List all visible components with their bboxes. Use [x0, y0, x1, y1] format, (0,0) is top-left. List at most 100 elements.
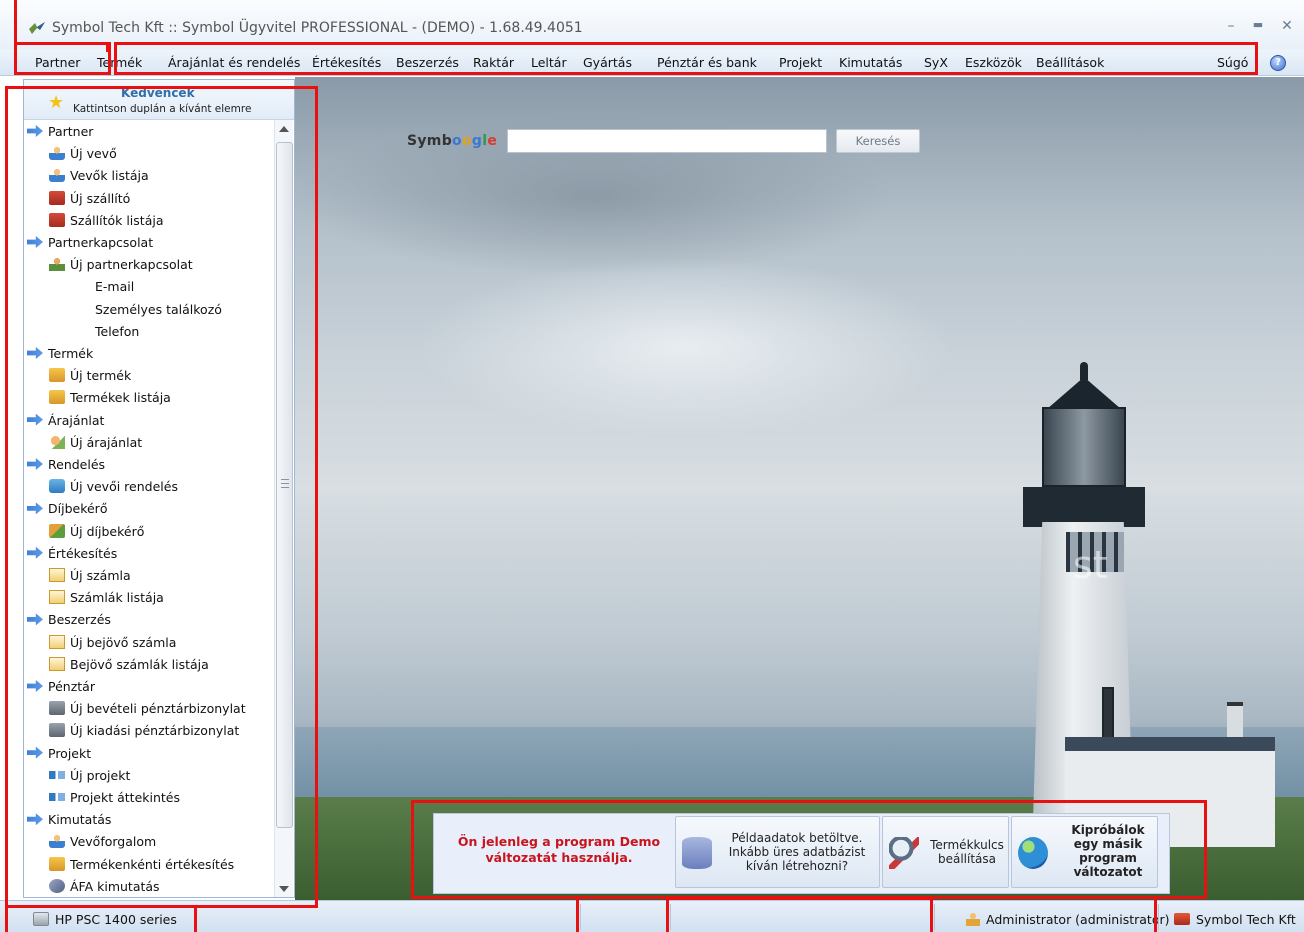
- tree-item-label: Új vevői rendelés: [70, 479, 178, 495]
- tree-item-label: Projekt áttekintés: [70, 790, 180, 805]
- tree-group[interactable]: Értékesítés: [27, 544, 117, 564]
- favorites-scrollbar[interactable]: [274, 120, 293, 897]
- status-separator: [1158, 904, 1159, 930]
- tree-item-label: Új bejövő számla: [70, 634, 177, 650]
- tree-item-label: Számlák listája: [70, 590, 164, 606]
- search-input[interactable]: [507, 129, 827, 153]
- scroll-down-arrow-icon[interactable]: [279, 886, 289, 892]
- tree-group[interactable]: Rendelés: [27, 455, 105, 475]
- tree-item-label: Beszerzés: [48, 612, 111, 628]
- tree-item[interactable]: Új bejövő számla: [49, 633, 176, 653]
- favorites-panel: ★ Kedvencek Kattintson duplán a kívánt e…: [23, 79, 295, 898]
- printer-icon: [33, 912, 49, 926]
- tree-item-label: Személyes találkozó: [95, 301, 222, 317]
- create-empty-database-button[interactable]: Példaadatok betöltve. Inkább üres adatbá…: [675, 816, 880, 888]
- arrow-right-icon: [27, 680, 43, 692]
- tree-item[interactable]: Új projekt: [49, 766, 130, 786]
- arrow-right-icon: [27, 458, 43, 470]
- tree-item[interactable]: Telefon: [95, 322, 139, 342]
- tree-item[interactable]: Új vevői rendelés: [49, 477, 178, 497]
- tree-group[interactable]: Termék: [27, 344, 93, 364]
- tree-group[interactable]: Pénztár: [27, 677, 95, 697]
- tree-item[interactable]: Új termék: [49, 366, 131, 386]
- arrow-right-icon: [27, 236, 43, 248]
- menu-termek[interactable]: Termék: [97, 55, 142, 70]
- minimize-button[interactable]: –: [1220, 18, 1242, 34]
- new-invoice-icon: [49, 568, 65, 582]
- lighthouse-chimney-shape: [1227, 702, 1243, 742]
- tree-item[interactable]: Vevők listája: [49, 166, 149, 186]
- tree-group[interactable]: Beszerzés: [27, 610, 111, 630]
- tree-item-label: Új bevételi pénztárbizonylat: [70, 701, 246, 717]
- background-watermark: st: [1073, 543, 1108, 587]
- tree-group[interactable]: Árajánlat: [27, 411, 104, 431]
- tree-group[interactable]: Projekt: [27, 744, 91, 764]
- tree-item[interactable]: Új díjbekérő: [49, 522, 144, 542]
- tree-item-label: Új árajánlat: [70, 434, 143, 450]
- tree-item[interactable]: Új számla: [49, 566, 131, 586]
- menu-ertekesites[interactable]: Értékesítés: [312, 55, 381, 70]
- product-icon: [49, 390, 65, 405]
- tree-item[interactable]: Szállítók listája: [49, 211, 164, 231]
- menu-kimutatas[interactable]: Kimutatás: [839, 55, 902, 70]
- close-button[interactable]: ✕: [1276, 18, 1298, 34]
- tree-item[interactable]: Személyes találkozó: [95, 300, 222, 320]
- menu-beallitasok[interactable]: Beállítások: [1036, 55, 1104, 70]
- tree-item[interactable]: Új árajánlat: [49, 433, 142, 453]
- menu-sugo[interactable]: Súgó: [1217, 55, 1248, 70]
- menu-projekt[interactable]: Projekt: [779, 55, 822, 70]
- menu-syx[interactable]: SyX: [924, 55, 948, 70]
- company-status[interactable]: Symbol Tech Kft: [1174, 912, 1296, 927]
- tree-item[interactable]: Új bevételi pénztárbizonylat: [49, 699, 246, 719]
- product-key-button[interactable]: Termékkulcs beállítása: [882, 816, 1009, 888]
- arrow-right-icon: [27, 546, 43, 559]
- lighthouse-lamp-shape: [1042, 407, 1126, 487]
- scroll-thumb[interactable]: [276, 142, 293, 828]
- printer-status[interactable]: HP PSC 1400 series: [33, 912, 177, 927]
- menu-raktar[interactable]: Raktár: [473, 55, 514, 70]
- search-button[interactable]: Keresés: [836, 129, 920, 153]
- tree-item-label: ÁFA kimutatás: [70, 878, 160, 894]
- tree-group[interactable]: Díjbekérő: [27, 499, 107, 519]
- tree-item[interactable]: Bejövő számlák listája: [49, 655, 209, 675]
- try-other-version-label: Kipróbálok egy másik program változatot: [1071, 823, 1145, 879]
- maximize-button[interactable]: ▬: [1247, 18, 1269, 31]
- scroll-up-arrow-icon[interactable]: [279, 126, 289, 132]
- tree-item-label: Termék: [48, 346, 94, 361]
- tree-item[interactable]: Új szállító: [49, 189, 130, 209]
- menu-partner[interactable]: Partner: [35, 55, 80, 70]
- workspace-background: st Symboogle Keresés: [295, 77, 1304, 900]
- menu-eszkozok[interactable]: Eszközök: [965, 55, 1022, 70]
- tree-group[interactable]: Kimutatás: [27, 810, 111, 830]
- tree-item[interactable]: Projekt áttekintés: [49, 788, 180, 808]
- app-logo-icon: [29, 22, 45, 34]
- tree-item[interactable]: Új vevő: [49, 144, 117, 164]
- tree-group[interactable]: Partner: [27, 122, 93, 142]
- tree-item[interactable]: Új kiadási pénztárbizonylat: [49, 721, 239, 741]
- globe-icon: [1018, 837, 1048, 869]
- menu-gyartas[interactable]: Gyártás: [583, 55, 632, 70]
- tree-item[interactable]: Számlák listája: [49, 588, 164, 608]
- new-supplier-icon: [49, 190, 65, 205]
- tree-item[interactable]: ÁFA kimutatás: [49, 877, 160, 897]
- tree-item[interactable]: Termékek listája: [49, 388, 171, 408]
- user-status[interactable]: Administrator (administrator): [966, 912, 1169, 927]
- tree-item[interactable]: Vevőforgalom: [49, 832, 156, 852]
- grip-icon: [281, 479, 289, 488]
- tree-item[interactable]: Új partnerkapcsolat: [49, 255, 193, 275]
- help-icon[interactable]: ?: [1270, 55, 1286, 71]
- product-sales-icon: [49, 856, 65, 871]
- tree-item-label: Értékesítés: [48, 545, 118, 561]
- lighthouse-gallery-shape: [1023, 487, 1145, 527]
- status-separator: [670, 904, 671, 930]
- menu-leltar[interactable]: Leltár: [531, 55, 567, 70]
- tree-group[interactable]: Partnerkapcsolat: [27, 233, 153, 253]
- new-contact-icon: [49, 257, 65, 272]
- menu-arajanlat[interactable]: Árajánlat és rendelés: [168, 55, 300, 70]
- tree-item[interactable]: E-mail: [95, 277, 134, 297]
- try-other-version-button[interactable]: Kipróbálok egy másik program változatot: [1011, 816, 1158, 888]
- tree-item[interactable]: Termékenkénti értékesítés: [49, 855, 234, 875]
- title-bar: Symbol Tech Kft :: Symbol Ügyvitel PROFE…: [0, 0, 1304, 50]
- menu-penztar-es-bank[interactable]: Pénztár és bank: [657, 55, 757, 70]
- menu-beszerzes[interactable]: Beszerzés: [396, 55, 459, 70]
